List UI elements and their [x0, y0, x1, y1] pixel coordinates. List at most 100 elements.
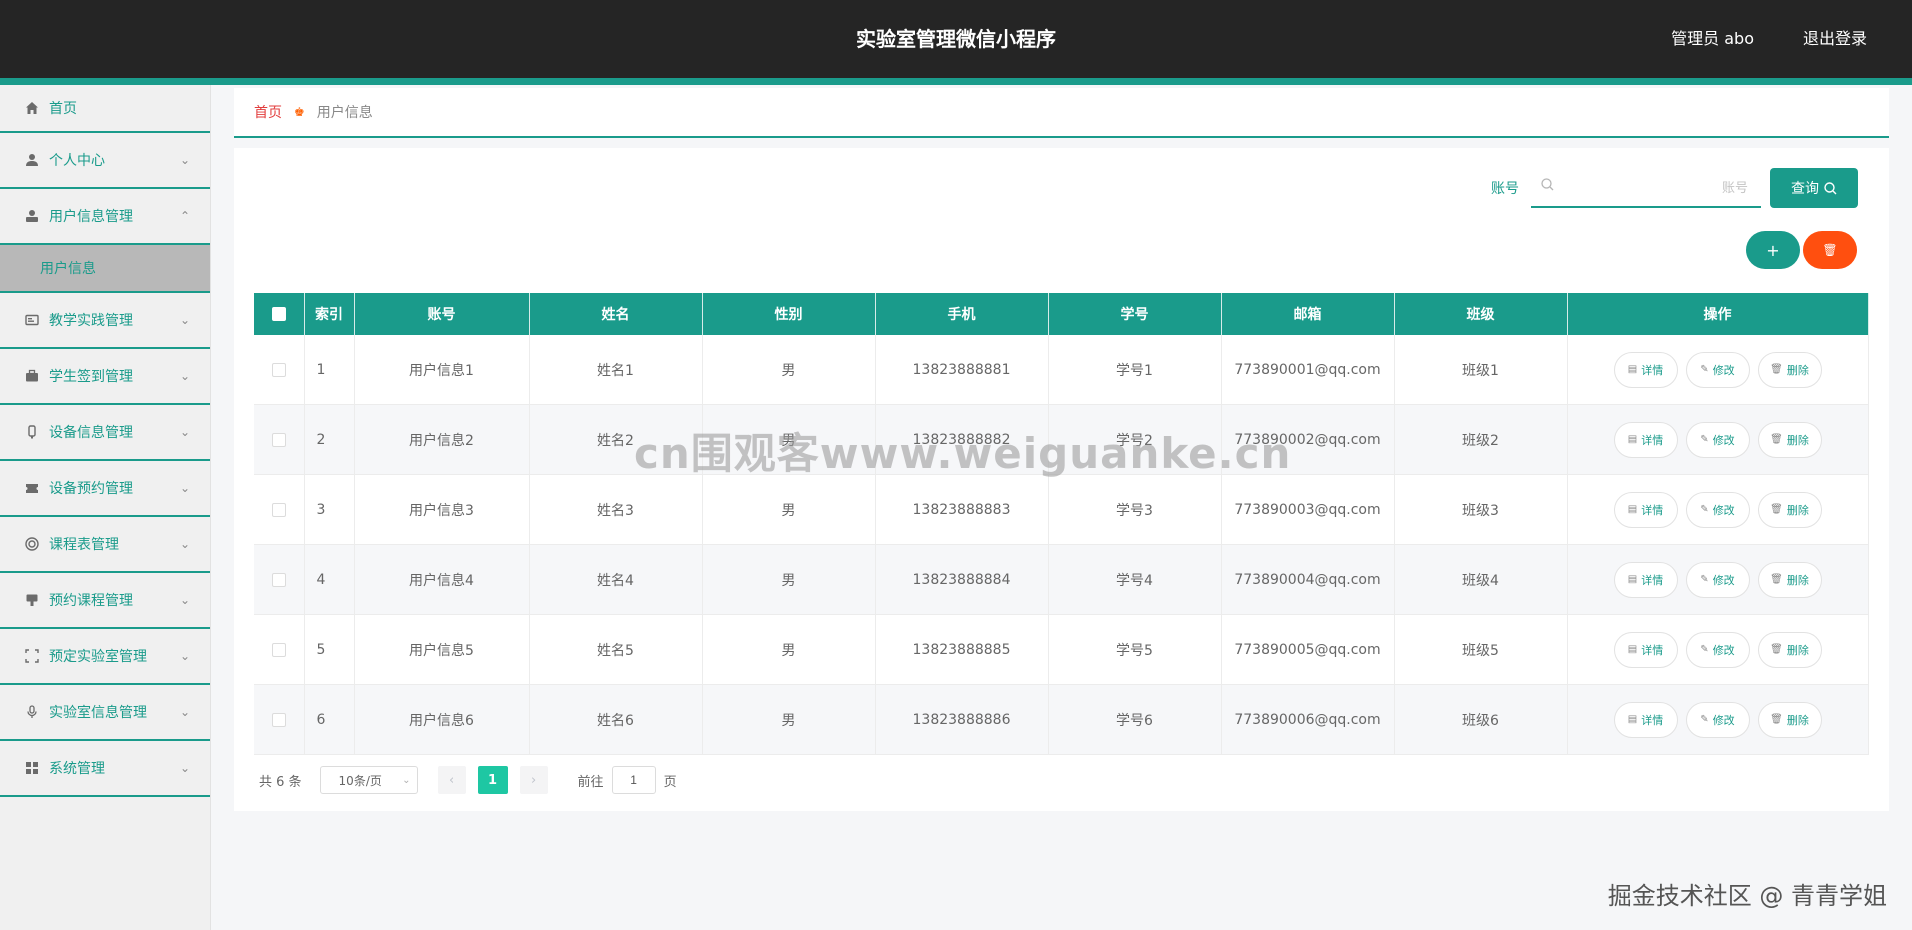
breadcrumb-current: 用户信息 [316, 105, 373, 121]
sidebar-item-teaching-practice[interactable]: 教学实践管理 ⌄ [0, 293, 210, 349]
cell-gender: 男 [702, 544, 876, 615]
chevron-down-icon: ⌄ [179, 481, 190, 495]
page-number-button[interactable]: 1 [477, 766, 508, 794]
breadcrumb-home[interactable]: 首页 [254, 102, 282, 122]
sidebar-item-system[interactable]: 系统管理 ⌄ [0, 741, 210, 797]
user-manage-icon [24, 208, 40, 224]
cell-index: 2 [304, 404, 355, 475]
detail-button-label: 详情 [1641, 503, 1664, 517]
delete-button[interactable]: 🗑 删除 [1757, 421, 1822, 458]
cell-email: 773890001@qq.com [1221, 335, 1395, 405]
query-button[interactable]: 查询 [1770, 168, 1858, 208]
chevron-down-icon: ⌄ [179, 153, 190, 167]
trash-icon: 🗑 [1770, 364, 1783, 375]
sidebar-item-personal-center[interactable]: 个人中心 ⌄ [0, 133, 210, 189]
detail-button-label: 详情 [1641, 573, 1664, 587]
edit-button[interactable]: ✎ 修改 [1685, 561, 1750, 598]
search-input[interactable] [1563, 176, 1748, 200]
delete-button[interactable]: 🗑 删除 [1757, 491, 1822, 528]
detail-button[interactable]: ▤ 详情 [1613, 351, 1678, 388]
edit-button[interactable]: ✎ 修改 [1685, 491, 1750, 528]
cell-student-id: 学号1 [1048, 335, 1222, 405]
chevron-left-icon: ‹ [448, 772, 455, 788]
detail-button-label: 详情 [1641, 643, 1664, 657]
row-actions: ▤ 详情 ✎ 修改 🗑 删除 [1567, 474, 1869, 545]
row-checkbox[interactable] [271, 502, 286, 517]
row-checkbox[interactable] [271, 642, 286, 657]
edit-button[interactable]: ✎ 修改 [1685, 351, 1750, 388]
detail-button[interactable]: ▤ 详情 [1613, 701, 1678, 738]
delete-button[interactable]: 🗑 删除 [1757, 701, 1822, 738]
sidebar-item-home[interactable]: 首页 [0, 85, 210, 133]
sidebar-item-lab-reservation[interactable]: 预定实验室管理 ⌄ [0, 629, 210, 685]
goto-page-input[interactable] [611, 766, 656, 794]
row-checkbox[interactable] [271, 712, 286, 727]
page-size-select[interactable]: 10条/页 ⌄ [319, 766, 418, 794]
sidebar-item-lab-info[interactable]: 实验室信息管理 ⌄ [0, 685, 210, 741]
select-all-checkbox[interactable] [271, 307, 286, 321]
sidebar-item-label: 课程表管理 [49, 537, 119, 553]
edit-button[interactable]: ✎ 修改 [1685, 421, 1750, 458]
sidebar-item-course-booking[interactable]: 预约课程管理 ⌄ [0, 573, 210, 629]
sidebar-item-device-booking[interactable]: 设备预约管理 ⌄ [0, 461, 210, 517]
cell-email: 773890006@qq.com [1221, 684, 1395, 755]
detail-button[interactable]: ▤ 详情 [1613, 491, 1678, 528]
sidebar-item-label: 个人中心 [49, 153, 105, 169]
row-checkbox[interactable] [271, 572, 286, 587]
mic-icon [24, 704, 40, 720]
app-title: 实验室管理微信小程序 [856, 27, 1056, 51]
goto-suffix: 页 [663, 774, 677, 790]
document-icon: ▤ [1627, 364, 1638, 375]
batch-delete-button[interactable]: 🗑 [1803, 231, 1857, 269]
detail-button[interactable]: ▤ 详情 [1613, 421, 1678, 458]
select-all-header[interactable] [254, 293, 305, 335]
next-page-button[interactable]: › [519, 766, 548, 794]
delete-button[interactable]: 🗑 删除 [1757, 561, 1822, 598]
cell-account: 用户信息3 [354, 474, 530, 545]
logout-button[interactable]: 退出登录 [1803, 0, 1867, 78]
prev-page-button[interactable]: ‹ [437, 766, 466, 794]
sidebar-item-device-info[interactable]: 设备信息管理 ⌄ [0, 405, 210, 461]
breadcrumb-separator-icon: ♚ [294, 105, 305, 119]
sidebar-item-label: 设备信息管理 [49, 425, 133, 441]
edit-button[interactable]: ✎ 修改 [1685, 631, 1750, 668]
edit-button-label: 修改 [1712, 503, 1735, 517]
query-button-label: 查询 [1791, 180, 1819, 196]
pencil-icon: ✎ [1700, 434, 1709, 445]
goto-prefix: 前往 [577, 774, 604, 790]
row-checkbox[interactable] [271, 432, 286, 447]
cell-student-id: 学号4 [1048, 544, 1222, 615]
document-icon: ▤ [1627, 644, 1638, 655]
delete-button[interactable]: 🗑 删除 [1757, 351, 1822, 388]
sidebar-item-label: 设备预约管理 [49, 481, 133, 497]
trash-icon: 🗑 [1770, 574, 1783, 585]
chevron-down-icon: ⌄ [179, 761, 190, 775]
cell-phone: 13823888885 [875, 614, 1049, 685]
cell-account: 用户信息2 [354, 404, 530, 475]
chevron-down-icon: ⌄ [179, 593, 190, 607]
sidebar-item-student-checkin[interactable]: 学生签到管理 ⌄ [0, 349, 210, 405]
detail-button[interactable]: ▤ 详情 [1613, 631, 1678, 668]
edit-button[interactable]: ✎ 修改 [1685, 701, 1750, 738]
cell-index: 1 [304, 335, 355, 405]
sidebar-item-schedule[interactable]: 课程表管理 ⌄ [0, 517, 210, 573]
search-field [1531, 168, 1761, 208]
row-select-cell [254, 614, 305, 685]
delete-button[interactable]: 🗑 删除 [1757, 631, 1822, 668]
add-button[interactable]: + [1746, 231, 1800, 269]
sidebar-item-label: 用户信息管理 [49, 209, 133, 225]
user-icon [24, 152, 40, 168]
cell-name: 姓名6 [529, 684, 703, 755]
cell-class: 班级1 [1394, 335, 1568, 405]
pencil-icon: ✎ [1700, 644, 1709, 655]
frame-icon [24, 648, 40, 664]
detail-button[interactable]: ▤ 详情 [1613, 561, 1678, 598]
cell-email: 773890004@qq.com [1221, 544, 1395, 615]
sidebar-item-user-management[interactable]: 用户信息管理 ⌃ [0, 189, 210, 245]
sidebar-subitem-user-info[interactable]: 用户信息 [0, 245, 210, 293]
cell-account: 用户信息6 [354, 684, 530, 755]
cell-phone: 13823888883 [875, 474, 1049, 545]
table-row: 3 用户信息3 姓名3 男 13823888883 学号3 773890003@qq.com… [254, 474, 1869, 545]
row-checkbox[interactable] [271, 362, 286, 377]
edit-button-label: 修改 [1712, 433, 1735, 447]
